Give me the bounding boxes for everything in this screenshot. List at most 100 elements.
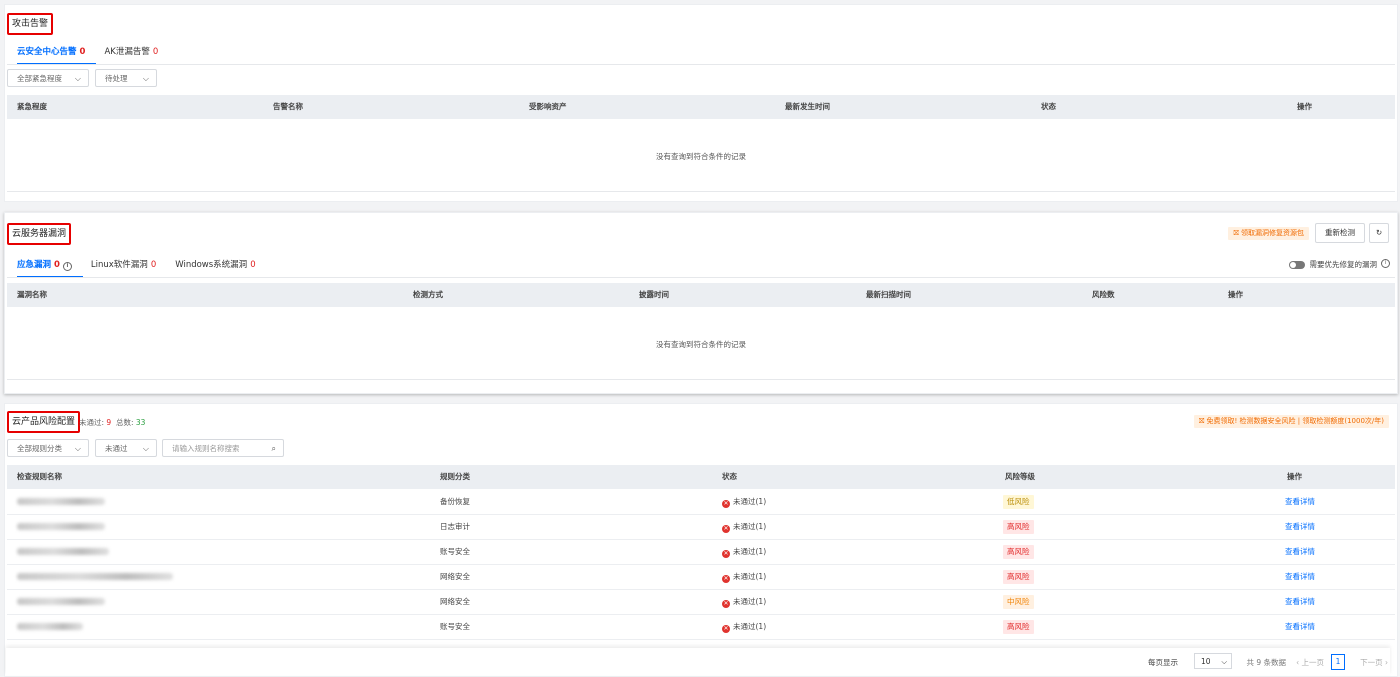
priority-toggle[interactable]: [1289, 261, 1305, 269]
tab-emergency-vulns[interactable]: 应急漏洞 0 i: [17, 254, 83, 278]
pagination-bar: 每页显示 10 ⌵ 共 9 条数据 ‹ 上一页 1 下一页 ›: [6, 648, 1390, 675]
status-cell: ✕ 未通过(1): [722, 522, 767, 533]
cloud-config-panel: 云产品风险配置 未通过: 9 总数: 33 ⛝ 免费领取! 检测数据安全风险 |…: [4, 403, 1398, 677]
view-details-link[interactable]: 查看详情: [1285, 539, 1315, 564]
rule-category-select[interactable]: 全部规则分类 ⌵: [7, 439, 89, 457]
error-icon: ✕: [722, 575, 730, 583]
server-vulns-title: 云服务器漏洞: [7, 223, 72, 245]
view-details-link[interactable]: 查看详情: [1285, 514, 1315, 539]
redacted-rule-name: [17, 498, 105, 505]
column-header: 最新扫描时间: [866, 290, 911, 299]
empty-text: 没有查询到符合条件的记录: [656, 152, 746, 161]
rule-category: 账号安全: [440, 547, 470, 556]
summary-counts: 未通过: 9 总数: 33: [79, 418, 146, 427]
rule-category: 备份恢复: [440, 497, 470, 506]
rule-category: 日志审计: [440, 522, 470, 531]
column-header: 紧急程度: [17, 102, 47, 111]
server-vulns-panel: 云服务器漏洞 ⛝ 领取漏洞修复资源包 重新检测 ↻ 应急漏洞 0 i Linux软…: [4, 212, 1398, 394]
column-header: 披露时间: [639, 290, 669, 299]
table-header: 紧急程度 告警名称 受影响资产 最新发生时间 状态 操作: [7, 95, 1395, 119]
error-icon: ✕: [722, 625, 730, 633]
risk-badge: 高风险: [1003, 620, 1034, 634]
view-details-link[interactable]: 查看详情: [1285, 489, 1315, 514]
redacted-rule-name: [17, 523, 105, 530]
tab-cloud-security-alerts[interactable]: 云安全中心告警 0: [17, 41, 97, 65]
table-row: 账号安全 ✕ 未通过(1) 高风险 查看详情: [7, 614, 1395, 640]
column-header: 检测方式: [413, 290, 443, 299]
status-cell: ✕ 未通过(1): [722, 597, 767, 608]
tab-windows-vulns[interactable]: Windows系统漏洞 0: [175, 254, 266, 278]
column-header: 受影响资产: [529, 102, 567, 111]
pass-status-select[interactable]: 未通过 ⌵: [95, 439, 157, 457]
risk-badge: 中风险: [1003, 595, 1034, 609]
rule-category: 网络安全: [440, 597, 470, 606]
redacted-rule-name: [17, 548, 109, 555]
attack-alerts-title: 攻击告警: [7, 13, 54, 35]
info-icon: i: [62, 262, 72, 271]
rule-category: 账号安全: [440, 622, 470, 631]
table-header: 漏洞名称 检测方式 披露时间 最新扫描时间 风险数 操作: [7, 283, 1395, 307]
gift-icon: ⛝: [1198, 417, 1207, 425]
column-header: 规则分类: [440, 472, 470, 481]
next-page-button[interactable]: 下一页 ›: [1360, 657, 1388, 668]
redacted-rule-name: [17, 623, 83, 630]
view-details-link[interactable]: 查看详情: [1285, 614, 1315, 639]
column-header: 风险等级: [1005, 472, 1035, 481]
chevron-down-icon: ⌵: [74, 74, 81, 83]
chevron-down-icon: ⌵: [74, 444, 81, 453]
view-details-link[interactable]: 查看详情: [1285, 589, 1315, 614]
status-select[interactable]: 待处理 ⌵: [95, 69, 157, 87]
column-header: 漏洞名称: [17, 290, 47, 299]
risk-badge: 高风险: [1003, 520, 1034, 534]
table-row: 备份恢复 ✕ 未通过(1) 低风险 查看详情: [7, 489, 1395, 515]
current-page[interactable]: 1: [1331, 654, 1345, 670]
tab-ak-leak-alerts[interactable]: AK泄漏告警 0: [104, 41, 169, 65]
view-details-link[interactable]: 查看详情: [1285, 564, 1315, 589]
error-icon: ✕: [722, 500, 730, 508]
cloud-config-title: 云产品风险配置: [7, 411, 81, 433]
table-row: 网络安全 ✕ 未通过(1) 中风险 查看详情: [7, 589, 1395, 615]
table-header: 检查规则名称 规则分类 状态 风险等级 操作: [7, 465, 1395, 489]
rule-search-input[interactable]: 请输入规则名称搜索 ⌕: [162, 439, 284, 457]
refresh-icon[interactable]: ↻: [1369, 223, 1389, 243]
error-icon: ✕: [722, 550, 730, 558]
column-header: 操作: [1287, 472, 1302, 481]
status-cell: ✕ 未通过(1): [722, 622, 767, 633]
table-row: 日志审计 ✕ 未通过(1) 高风险 查看详情: [7, 514, 1395, 540]
error-icon: ✕: [722, 600, 730, 608]
column-header: 最新发生时间: [785, 102, 830, 111]
column-header: 操作: [1228, 290, 1243, 299]
risk-badge: 高风险: [1003, 545, 1034, 559]
recheck-button[interactable]: 重新检测: [1315, 223, 1365, 243]
empty-text: 没有查询到符合条件的记录: [656, 340, 746, 349]
chevron-down-icon: ⌵: [142, 444, 149, 453]
chevron-right-icon: ›: [1382, 658, 1388, 667]
chevron-down-icon: ⌵: [1221, 657, 1227, 666]
chevron-down-icon: ⌵: [142, 74, 149, 83]
column-header: 告警名称: [273, 102, 303, 111]
attack-alerts-panel: 攻击告警 云安全中心告警 0 AK泄漏告警 0 全部紧急程度 ⌵ 待处理 ⌵ 紧急程度 …: [4, 4, 1398, 202]
risk-badge: 高风险: [1003, 570, 1034, 584]
status-cell: ✕ 未通过(1): [722, 572, 767, 583]
column-header: 检查规则名称: [17, 472, 62, 481]
table-row: 账号安全 ✕ 未通过(1) 高风险 查看详情: [7, 539, 1395, 565]
gift-icon: ⛝: [1233, 229, 1241, 237]
redacted-rule-name: [17, 598, 105, 605]
urgency-select[interactable]: 全部紧急程度 ⌵: [7, 69, 89, 87]
get-repair-pack-link[interactable]: ⛝ 领取漏洞修复资源包: [1228, 227, 1309, 240]
prev-page-button[interactable]: ‹ 上一页: [1296, 657, 1324, 668]
column-header: 风险数: [1092, 290, 1115, 299]
total-count: 共 9 条数据: [1246, 658, 1286, 667]
per-page-select[interactable]: 10 ⌵: [1194, 653, 1232, 669]
vuln-tabs: 应急漏洞 0 i Linux软件漏洞 0 Windows系统漏洞 0: [17, 254, 275, 278]
tab-linux-vulns[interactable]: Linux软件漏洞 0: [91, 254, 167, 278]
priority-toggle-label: 需要优先修复的漏洞: [1309, 260, 1378, 269]
free-detection-promo[interactable]: ⛝ 免费领取! 检测数据安全风险 | 领取检测额度(1000次/年): [1193, 415, 1389, 428]
error-icon: ✕: [722, 525, 730, 533]
column-header: 状态: [722, 472, 737, 481]
search-icon[interactable]: ⌕: [272, 440, 276, 458]
rule-category: 网络安全: [440, 572, 470, 581]
info-icon[interactable]: i: [1381, 259, 1390, 268]
per-page-label: 每页显示: [1148, 658, 1178, 667]
status-cell: ✕ 未通过(1): [722, 547, 767, 558]
